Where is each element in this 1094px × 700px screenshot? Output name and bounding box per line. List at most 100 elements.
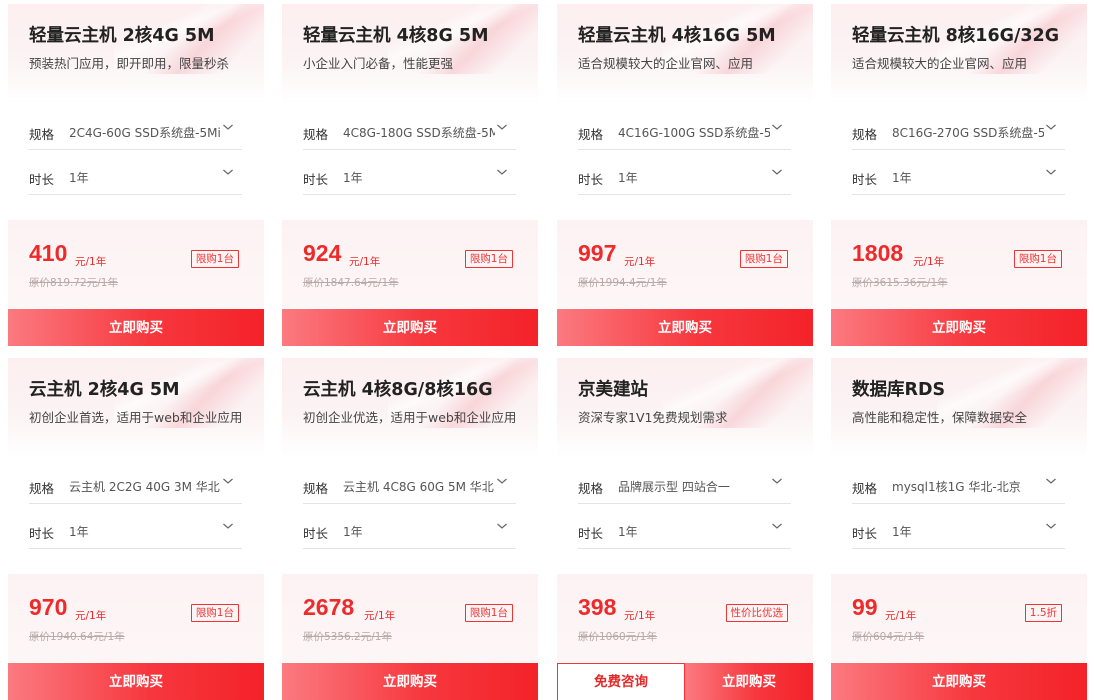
- chevron-down-icon[interactable]: [497, 476, 507, 486]
- price-unit: 元/1年: [624, 256, 656, 268]
- spec-select[interactable]: 规格 云主机 2C2G 40G 3M 华北: [29, 470, 242, 504]
- spec-label: 规格: [852, 127, 878, 142]
- price-area: 410 元/1年 原价819.72元/1年 限购1台: [8, 220, 264, 308]
- spec-label: 规格: [29, 481, 55, 496]
- duration-select[interactable]: 时长 1年: [578, 515, 791, 549]
- spec-select[interactable]: 规格 4C16G-100G SSD系统盘-5: [578, 116, 791, 150]
- value-badge: 性价比优选: [725, 604, 788, 622]
- duration-select[interactable]: 时长 1年: [29, 515, 242, 549]
- price-unit: 元/1年: [349, 256, 381, 268]
- card-title: 轻量云主机 2核4G 5M: [29, 26, 215, 46]
- card-subtitle: 适合规模较大的企业官网、应用: [578, 56, 754, 71]
- price-unit: 元/1年: [364, 610, 396, 622]
- duration-select[interactable]: 时长 1年: [852, 515, 1065, 549]
- product-card: 轻量云主机 4核8G 5M 小企业入门必备，性能更强 规格 4C8G-180G …: [282, 4, 538, 346]
- duration-value: 1年: [69, 525, 89, 539]
- product-card: 轻量云主机 4核16G 5M 适合规模较大的企业官网、应用 规格 4C16G-1…: [557, 4, 813, 346]
- spec-label: 规格: [303, 481, 329, 496]
- price-value: 970: [29, 594, 68, 620]
- original-price: 原价5356.2元/1年: [303, 631, 392, 643]
- chevron-down-icon[interactable]: [223, 521, 233, 531]
- duration-select[interactable]: 时长 1年: [29, 161, 242, 195]
- chevron-down-icon[interactable]: [1046, 476, 1056, 486]
- spec-value: 4C16G-100G SSD系统盘-5: [618, 126, 770, 140]
- buy-now-button[interactable]: 立即购买: [282, 309, 538, 346]
- spec-label: 规格: [852, 481, 878, 496]
- price-value: 2678: [303, 594, 355, 620]
- chevron-down-icon[interactable]: [223, 476, 233, 486]
- price-unit: 元/1年: [624, 610, 656, 622]
- duration-select[interactable]: 时长 1年: [578, 161, 791, 195]
- chevron-down-icon[interactable]: [772, 521, 782, 531]
- spec-value: 4C8G-180G SSD系统盘-5M: [343, 126, 495, 140]
- chevron-down-icon[interactable]: [497, 122, 507, 132]
- duration-value: 1年: [618, 525, 638, 539]
- buy-now-button[interactable]: 立即购买: [282, 663, 538, 700]
- duration-label: 时长: [29, 172, 55, 187]
- product-card: 京美建站 资深专家1V1免费规划需求 规格 品牌展示型 四站合一 时长 1年 3…: [557, 358, 813, 700]
- spec-select[interactable]: 规格 4C8G-180G SSD系统盘-5M: [303, 116, 516, 150]
- chevron-down-icon[interactable]: [772, 167, 782, 177]
- spec-select[interactable]: 规格 8C16G-270G SSD系统盘-5: [852, 116, 1065, 150]
- original-price: 原价819.72元/1年: [29, 277, 118, 289]
- chevron-down-icon[interactable]: [497, 521, 507, 531]
- card-title: 京美建站: [578, 380, 648, 400]
- product-card: 轻量云主机 8核16G/32G 适合规模较大的企业官网、应用 规格 8C16G-…: [831, 4, 1087, 346]
- original-price: 原价1847.64元/1年: [303, 277, 399, 289]
- price-unit: 元/1年: [75, 610, 107, 622]
- spec-value: mysql1核1G 华北-北京: [892, 480, 1021, 494]
- spec-label: 规格: [578, 127, 604, 142]
- spec-select[interactable]: 规格 2C4G-60G SSD系统盘-5Mi: [29, 116, 242, 150]
- card-subtitle: 预装热门应用，即开即用，限量秒杀: [29, 56, 230, 71]
- duration-select[interactable]: 时长 1年: [303, 515, 516, 549]
- price-value: 1808: [852, 240, 904, 266]
- limit-badge: 限购1台: [1013, 250, 1062, 268]
- duration-select[interactable]: 时长 1年: [303, 161, 516, 195]
- buy-now-button[interactable]: 立即购买: [8, 663, 264, 700]
- spec-select[interactable]: 规格 云主机 4C8G 60G 5M 华北: [303, 470, 516, 504]
- limit-badge: 限购1台: [739, 250, 788, 268]
- free-consult-button[interactable]: 免费咨询: [557, 663, 685, 700]
- spec-select[interactable]: 规格 mysql1核1G 华北-北京: [852, 470, 1065, 504]
- card-title: 云主机 4核8G/8核16G: [303, 380, 493, 400]
- discount-badge: 1.5折: [1024, 604, 1062, 622]
- duration-value: 1年: [343, 171, 363, 185]
- chevron-down-icon[interactable]: [1046, 521, 1056, 531]
- original-price: 原价3615.36元/1年: [852, 277, 948, 289]
- product-card: 轻量云主机 2核4G 5M 预装热门应用，即开即用，限量秒杀 规格 2C4G-6…: [8, 4, 264, 346]
- duration-value: 1年: [892, 171, 912, 185]
- chevron-down-icon[interactable]: [223, 122, 233, 132]
- spec-value: 云主机 2C2G 40G 3M 华北: [69, 480, 220, 494]
- price-unit: 元/1年: [75, 256, 107, 268]
- product-card: 云主机 4核8G/8核16G 初创企业优选，适用于web和企业应用 规格 云主机…: [282, 358, 538, 700]
- chevron-down-icon[interactable]: [772, 122, 782, 132]
- buy-now-button[interactable]: 立即购买: [8, 309, 264, 346]
- price-area: 1808 元/1年 原价3615.36元/1年 限购1台: [831, 220, 1087, 308]
- chevron-down-icon[interactable]: [1046, 167, 1056, 177]
- spec-select[interactable]: 规格 品牌展示型 四站合一: [578, 470, 791, 504]
- buy-now-button[interactable]: 立即购买: [831, 309, 1087, 346]
- spec-value: 2C4G-60G SSD系统盘-5Mi: [69, 126, 221, 140]
- limit-badge: 限购1台: [464, 250, 513, 268]
- chevron-down-icon[interactable]: [772, 476, 782, 486]
- price-area: 997 元/1年 原价1994.4元/1年 限购1台: [557, 220, 813, 308]
- buy-now-button[interactable]: 立即购买: [557, 309, 813, 346]
- card-subtitle: 小企业入门必备，性能更强: [303, 56, 454, 71]
- card-title: 轻量云主机 4核16G 5M: [578, 26, 776, 46]
- price-area: 970 元/1年 原价1940.64元/1年 限购1台: [8, 574, 264, 662]
- chevron-down-icon[interactable]: [223, 167, 233, 177]
- duration-value: 1年: [892, 525, 912, 539]
- original-price: 原价1060元/1年: [578, 631, 657, 643]
- buy-now-button[interactable]: 立即购买: [685, 663, 813, 700]
- card-title: 云主机 2核4G 5M: [29, 380, 180, 400]
- spec-value: 云主机 4C8G 60G 5M 华北: [343, 480, 494, 494]
- card-subtitle: 高性能和稳定性，保障数据安全: [852, 410, 1028, 425]
- chevron-down-icon[interactable]: [1046, 122, 1056, 132]
- duration-value: 1年: [618, 171, 638, 185]
- price-value: 997: [578, 240, 617, 266]
- price-unit: 元/1年: [913, 256, 945, 268]
- buy-now-button[interactable]: 立即购买: [831, 663, 1087, 700]
- duration-label: 时长: [303, 526, 329, 541]
- duration-select[interactable]: 时长 1年: [852, 161, 1065, 195]
- chevron-down-icon[interactable]: [497, 167, 507, 177]
